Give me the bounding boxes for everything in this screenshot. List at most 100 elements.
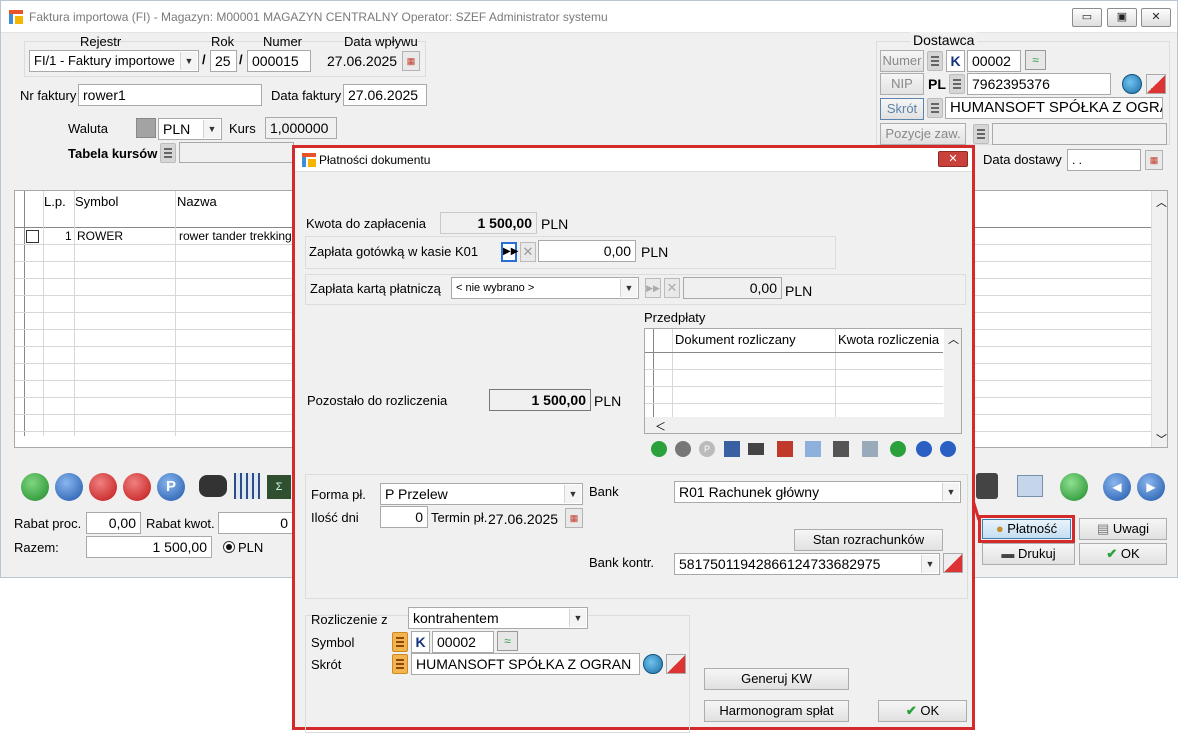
p-icon[interactable]: P: [157, 473, 185, 501]
edit-pen-icon[interactable]: [666, 654, 686, 674]
uwagi-button[interactable]: ▤ Uwagi: [1079, 518, 1167, 540]
forma-select[interactable]: P Przelew ▼: [380, 483, 583, 505]
kurs-field[interactable]: 1,000000: [265, 117, 337, 139]
add-icon[interactable]: [651, 441, 667, 457]
clear-icon[interactable]: ✕: [520, 242, 536, 262]
delete-icon[interactable]: [89, 473, 117, 501]
p-icon[interactable]: P: [699, 441, 715, 457]
pozycje-zaw-field[interactable]: [992, 123, 1167, 145]
col-header-nazwa[interactable]: Nazwa: [177, 194, 217, 209]
rejestr-select[interactable]: FI/1 - Faktury importowe ▼: [29, 50, 199, 72]
remove-icon[interactable]: [675, 441, 691, 457]
symbol-field[interactable]: 00002: [432, 631, 494, 653]
dialog-close-button[interactable]: ✕: [938, 151, 968, 167]
waluta-select[interactable]: PLN ▼: [158, 118, 222, 140]
globe-icon[interactable]: [1122, 74, 1142, 94]
col-header-lp[interactable]: L.p.: [44, 194, 66, 209]
close-window-button[interactable]: ✕: [1141, 8, 1171, 27]
sum-icon[interactable]: Σ: [267, 475, 291, 499]
scroll-up-icon[interactable]: ︿: [948, 331, 959, 347]
ilosc-dni-field[interactable]: 0: [380, 506, 428, 528]
delete-selected-icon[interactable]: [123, 473, 151, 501]
binoculars-icon[interactable]: [199, 475, 227, 497]
calendar-icon[interactable]: ▦: [402, 51, 420, 71]
vertical-scrollbar[interactable]: ︿ ﹀: [1151, 191, 1167, 447]
fast-forward-icon[interactable]: ▶▶: [645, 278, 661, 298]
copy-icon[interactable]: [1017, 475, 1043, 497]
pozycje-zaw-button[interactable]: Pozycje zaw.: [880, 123, 966, 145]
rabat-kwot-field[interactable]: 0: [218, 512, 293, 534]
database-icon[interactable]: [392, 654, 408, 674]
previous-icon[interactable]: ◀: [1103, 473, 1131, 501]
save-icon[interactable]: [833, 441, 849, 457]
tabela-kursow-field[interactable]: [179, 142, 294, 163]
database-icon[interactable]: [160, 143, 176, 163]
numer-field[interactable]: 000015: [247, 50, 311, 72]
ok-button[interactable]: ✔ OK: [1079, 543, 1167, 565]
razem-field[interactable]: 1 500,00: [86, 536, 212, 558]
minimize-button[interactable]: ▭: [1072, 8, 1102, 27]
print-icon[interactable]: [862, 441, 878, 457]
generuj-kw-button[interactable]: Generuj KW: [704, 668, 849, 690]
calculator-icon[interactable]: [724, 441, 740, 457]
scroll-up-icon[interactable]: ︿: [1156, 194, 1167, 210]
przedplaty-hscroll[interactable]: ＜: [645, 417, 961, 433]
database-icon[interactable]: [927, 98, 943, 118]
dostawca-numer-field[interactable]: 00002: [967, 50, 1021, 72]
skrot-field[interactable]: HUMANSOFT SPÓŁKA Z OGRAN: [411, 653, 640, 675]
refresh-icon[interactable]: [890, 441, 906, 457]
add-icon[interactable]: [21, 473, 49, 501]
col-header-symbol[interactable]: Symbol: [75, 194, 118, 209]
clear-icon[interactable]: ✕: [664, 278, 680, 298]
edit-pen-icon[interactable]: [1146, 74, 1166, 94]
rok-field[interactable]: 25: [210, 50, 237, 72]
database-icon[interactable]: [392, 632, 408, 652]
calculator-icon[interactable]: [234, 473, 260, 499]
dialog-ok-button[interactable]: ✔ OK: [878, 700, 967, 722]
bank-select[interactable]: R01 Rachunek główny ▼: [674, 481, 961, 503]
refresh-icon[interactable]: [1060, 473, 1088, 501]
next-icon[interactable]: [940, 441, 956, 457]
przedplaty-col-dokument[interactable]: Dokument rozliczany: [675, 332, 796, 347]
waluta-button[interactable]: [136, 118, 156, 138]
drukuj-button[interactable]: ▬ Drukuj: [982, 543, 1075, 565]
stan-rozrachunkow-button[interactable]: Stan rozrachunków: [794, 529, 943, 551]
skrot-field[interactable]: HUMANSOFT SPÓŁKA Z OGRAN: [945, 97, 1163, 119]
database-icon[interactable]: [949, 74, 965, 94]
data-faktury-field[interactable]: 27.06.2025: [343, 84, 427, 106]
przedplaty-vscroll[interactable]: ︿: [944, 329, 961, 417]
card-icon[interactable]: [748, 443, 764, 455]
rabat-proc-field[interactable]: 0,00: [86, 512, 141, 534]
nip-field[interactable]: 7962395376: [967, 73, 1111, 95]
row-checkbox[interactable]: [26, 230, 39, 243]
calendar-icon[interactable]: ▦: [1145, 150, 1163, 170]
copy-icon[interactable]: [805, 441, 821, 457]
database-icon[interactable]: [927, 51, 943, 71]
bank-kontr-select[interactable]: 58175011942866124733682975 ▼: [674, 553, 940, 575]
przedplaty-table[interactable]: Dokument rozliczany Kwota rozliczenia ︿ …: [644, 328, 962, 434]
handshake-icon[interactable]: ≈: [1025, 50, 1046, 70]
harmonogram-button[interactable]: Harmonogram spłat: [704, 700, 849, 722]
numer-button[interactable]: Numer: [880, 50, 924, 72]
calendar-icon[interactable]: ▦: [565, 508, 583, 528]
maximize-button[interactable]: ▣: [1107, 8, 1137, 27]
previous-icon[interactable]: [916, 441, 932, 457]
data-dostawy-field[interactable]: . .: [1067, 149, 1141, 171]
platnosc-button[interactable]: ● Płatność: [982, 519, 1071, 539]
view-icon[interactable]: [55, 473, 83, 501]
scroll-down-icon[interactable]: ﹀: [1156, 431, 1167, 447]
karta-select[interactable]: < nie wybrano > ▼: [451, 277, 639, 299]
edit-pen-icon[interactable]: [943, 553, 963, 573]
globe-icon[interactable]: [643, 654, 663, 674]
nip-button[interactable]: NIP: [880, 73, 924, 95]
skrot-button[interactable]: Skrót: [880, 98, 924, 120]
gotowka-field[interactable]: 0,00: [538, 240, 636, 262]
currency-radio[interactable]: [223, 541, 235, 553]
nr-faktury-field[interactable]: rower1: [78, 84, 262, 106]
document-icon[interactable]: [777, 441, 793, 457]
rozliczenie-select[interactable]: kontrahentem ▼: [408, 607, 588, 629]
przedplaty-col-kwota[interactable]: Kwota rozliczenia: [838, 332, 939, 347]
handshake-icon[interactable]: ≈: [497, 631, 518, 651]
fast-forward-icon[interactable]: ▶▶: [501, 242, 518, 262]
next-icon[interactable]: ▶: [1137, 473, 1165, 501]
